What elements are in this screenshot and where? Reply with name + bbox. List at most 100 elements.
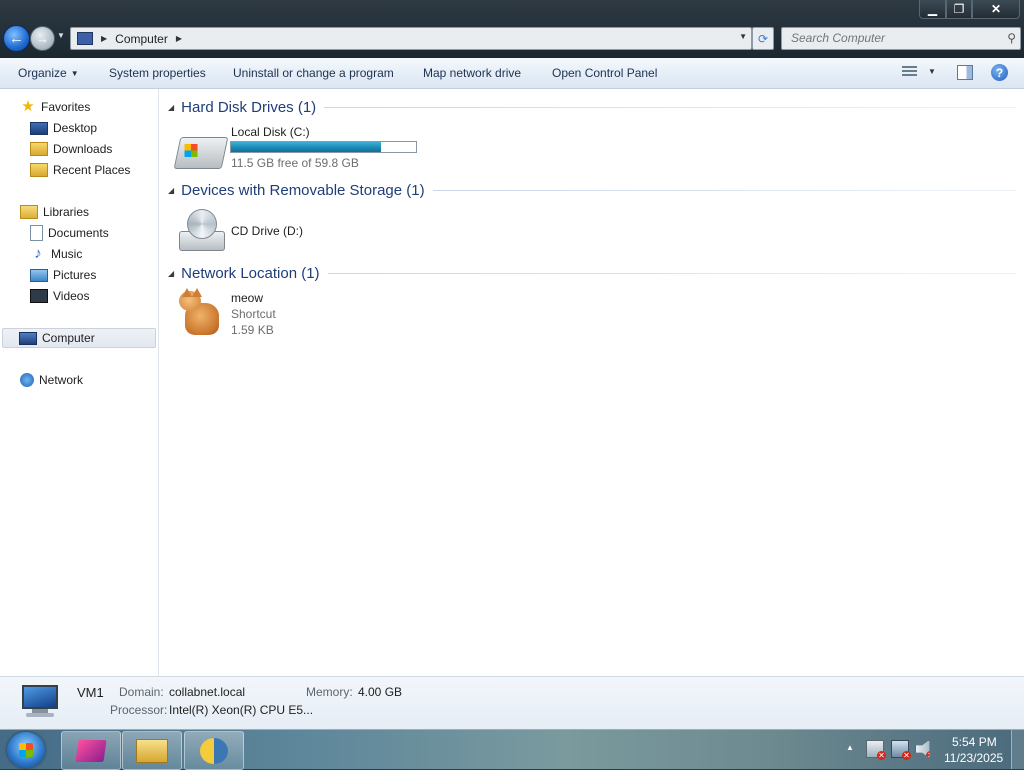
window-controls: ▁ ❐ ✕ — [919, 0, 1020, 19]
group-divider — [327, 272, 1016, 274]
address-bar[interactable]: ▶ Computer ▶ ▼ — [70, 27, 752, 50]
group-divider — [324, 106, 1016, 108]
sidebar-item-label: Music — [51, 247, 83, 261]
forward-button[interactable]: → — [30, 26, 55, 51]
group-title: Devices with Removable Storage (1) — [181, 181, 425, 199]
drive-name: Local Disk (C:) — [231, 125, 310, 139]
sidebar-item-favorites[interactable]: ★ Favorites — [20, 97, 90, 117]
sidebar-item-computer[interactable]: Computer — [2, 328, 156, 348]
sidebar-item-label: Pictures — [53, 268, 97, 282]
sidebar-item-label: Recent Places — [53, 163, 131, 177]
sidebar-item-recent-places[interactable]: Recent Places — [30, 160, 130, 180]
organize-button[interactable]: Organize ▼ — [18, 66, 79, 80]
network-status-icon[interactable] — [891, 740, 911, 760]
group-title: Hard Disk Drives (1) — [181, 98, 317, 116]
sidebar-item-desktop[interactable]: Desktop — [30, 118, 97, 138]
memory-label: Memory: — [306, 685, 353, 699]
music-note-icon: ♪ — [34, 245, 42, 262]
action-center-icon[interactable] — [866, 740, 886, 760]
cat-head — [179, 288, 202, 311]
navigation-pane: ★ Favorites Desktop Downloads Recent Pla… — [0, 89, 159, 676]
computer-icon — [20, 685, 60, 721]
breadcrumb-computer[interactable]: Computer — [115, 32, 168, 46]
collapse-triangle-icon[interactable]: ◢ — [168, 103, 174, 112]
window-titlebar: ▁ ❐ ✕ ← → ▼ ▶ Computer ▶ ▼ ⟳ ⚲ — [0, 0, 1024, 58]
computer-icon — [19, 331, 37, 345]
collapse-triangle-icon[interactable]: ◢ — [168, 269, 174, 278]
group-header-network-location[interactable]: ◢ Network Location (1) — [168, 263, 1016, 283]
view-options-dropdown[interactable]: ▼ — [928, 67, 936, 76]
details-pane: VM1 Domain: collabnet.local Memory: 4.00… — [0, 676, 1024, 730]
libraries-icon — [20, 205, 38, 219]
search-box[interactable]: ⚲ — [781, 27, 1021, 50]
sidebar-item-downloads[interactable]: Downloads — [30, 139, 112, 159]
uninstall-program-button[interactable]: Uninstall or change a program — [233, 66, 394, 80]
sidebar-item-label: Desktop — [53, 121, 98, 135]
open-control-panel-button[interactable]: Open Control Panel — [552, 66, 657, 80]
volume-icon[interactable] — [915, 740, 930, 758]
search-input[interactable] — [789, 30, 993, 46]
computer-name: VM1 — [77, 685, 104, 700]
sidebar-item-pictures[interactable]: Pictures — [30, 265, 96, 285]
recent-pages-dropdown[interactable]: ▼ — [57, 31, 65, 40]
sidebar-item-label: Libraries — [43, 205, 90, 219]
breadcrumb-chevron-icon[interactable]: ▶ — [101, 34, 107, 43]
sidebar-item-label: Downloads — [53, 142, 113, 156]
refresh-button[interactable]: ⟳ — [752, 27, 774, 50]
recent-places-icon — [30, 163, 48, 177]
sidebar-item-label: Documents — [48, 226, 109, 240]
folder-icon — [136, 738, 168, 763]
windows-logo-icon — [19, 743, 33, 757]
sidebar-item-libraries[interactable]: Libraries — [20, 202, 89, 222]
cat-ear — [192, 288, 202, 297]
processor-label: Processor: — [110, 703, 168, 717]
cat-ear — [182, 288, 192, 297]
film-strip-icon — [30, 289, 48, 303]
downloads-folder-icon — [30, 142, 48, 156]
domain-label: Domain: — [119, 685, 164, 699]
show-hidden-icons-icon[interactable]: ▲ — [846, 743, 854, 752]
sidebar-item-music[interactable]: ♪ Music — [30, 244, 82, 264]
taskbar: ▲ 5:54 PM 11/23/2025 — [0, 729, 1024, 770]
change-view-icon[interactable] — [902, 66, 917, 79]
help-icon[interactable]: ? — [991, 64, 1008, 81]
hard-disk-icon — [173, 137, 229, 169]
command-bar: Organize ▼ System properties Uninstall or… — [0, 58, 1024, 89]
cat-icon — [177, 288, 225, 335]
clock-time[interactable]: 5:54 PM — [952, 735, 997, 749]
map-network-drive-button[interactable]: Map network drive — [423, 66, 521, 80]
show-desktop-button[interactable] — [1011, 730, 1024, 769]
network-globe-icon — [20, 373, 34, 387]
cd-drive-icon — [179, 209, 225, 253]
clock-date[interactable]: 11/23/2025 — [944, 751, 1003, 765]
taskbar-explorer[interactable] — [122, 731, 182, 770]
collapse-triangle-icon[interactable]: ◢ — [168, 186, 174, 195]
sidebar-item-network[interactable]: Network — [20, 370, 83, 390]
group-header-removable-storage[interactable]: ◢ Devices with Removable Storage (1) — [168, 180, 1016, 200]
system-properties-button[interactable]: System properties — [109, 66, 206, 80]
item-type: Shortcut — [231, 307, 276, 321]
group-header-hard-disk-drives[interactable]: ◢ Hard Disk Drives (1) — [168, 97, 1016, 117]
sidebar-item-videos[interactable]: Videos — [30, 286, 89, 306]
sidebar-item-label: Favorites — [41, 100, 91, 114]
group-divider — [432, 189, 1016, 191]
sidebar-item-documents[interactable]: Documents — [30, 223, 109, 243]
memory-value: 4.00 GB — [358, 685, 403, 699]
content-pane: ◢ Hard Disk Drives (1) Local Disk (C:) 1… — [159, 89, 1024, 676]
address-history-dropdown[interactable]: ▼ — [739, 32, 747, 41]
start-button[interactable] — [7, 732, 45, 768]
taskbar-app-pink[interactable] — [61, 731, 121, 770]
minimize-button[interactable]: ▁ — [919, 0, 946, 19]
back-button[interactable]: ← — [3, 25, 30, 52]
restore-button[interactable]: ❐ — [946, 0, 972, 19]
monitor-screen — [22, 685, 58, 709]
search-icon[interactable]: ⚲ — [1007, 31, 1016, 45]
disk-usage-bar — [230, 141, 417, 153]
sidebar-item-label: Videos — [53, 289, 90, 303]
python-icon — [200, 737, 228, 764]
desktop-icon — [30, 121, 48, 135]
close-button[interactable]: ✕ — [972, 0, 1020, 19]
taskbar-python[interactable] — [184, 731, 244, 770]
preview-pane-icon[interactable] — [957, 65, 973, 80]
breadcrumb-chevron-icon[interactable]: ▶ — [176, 34, 182, 43]
